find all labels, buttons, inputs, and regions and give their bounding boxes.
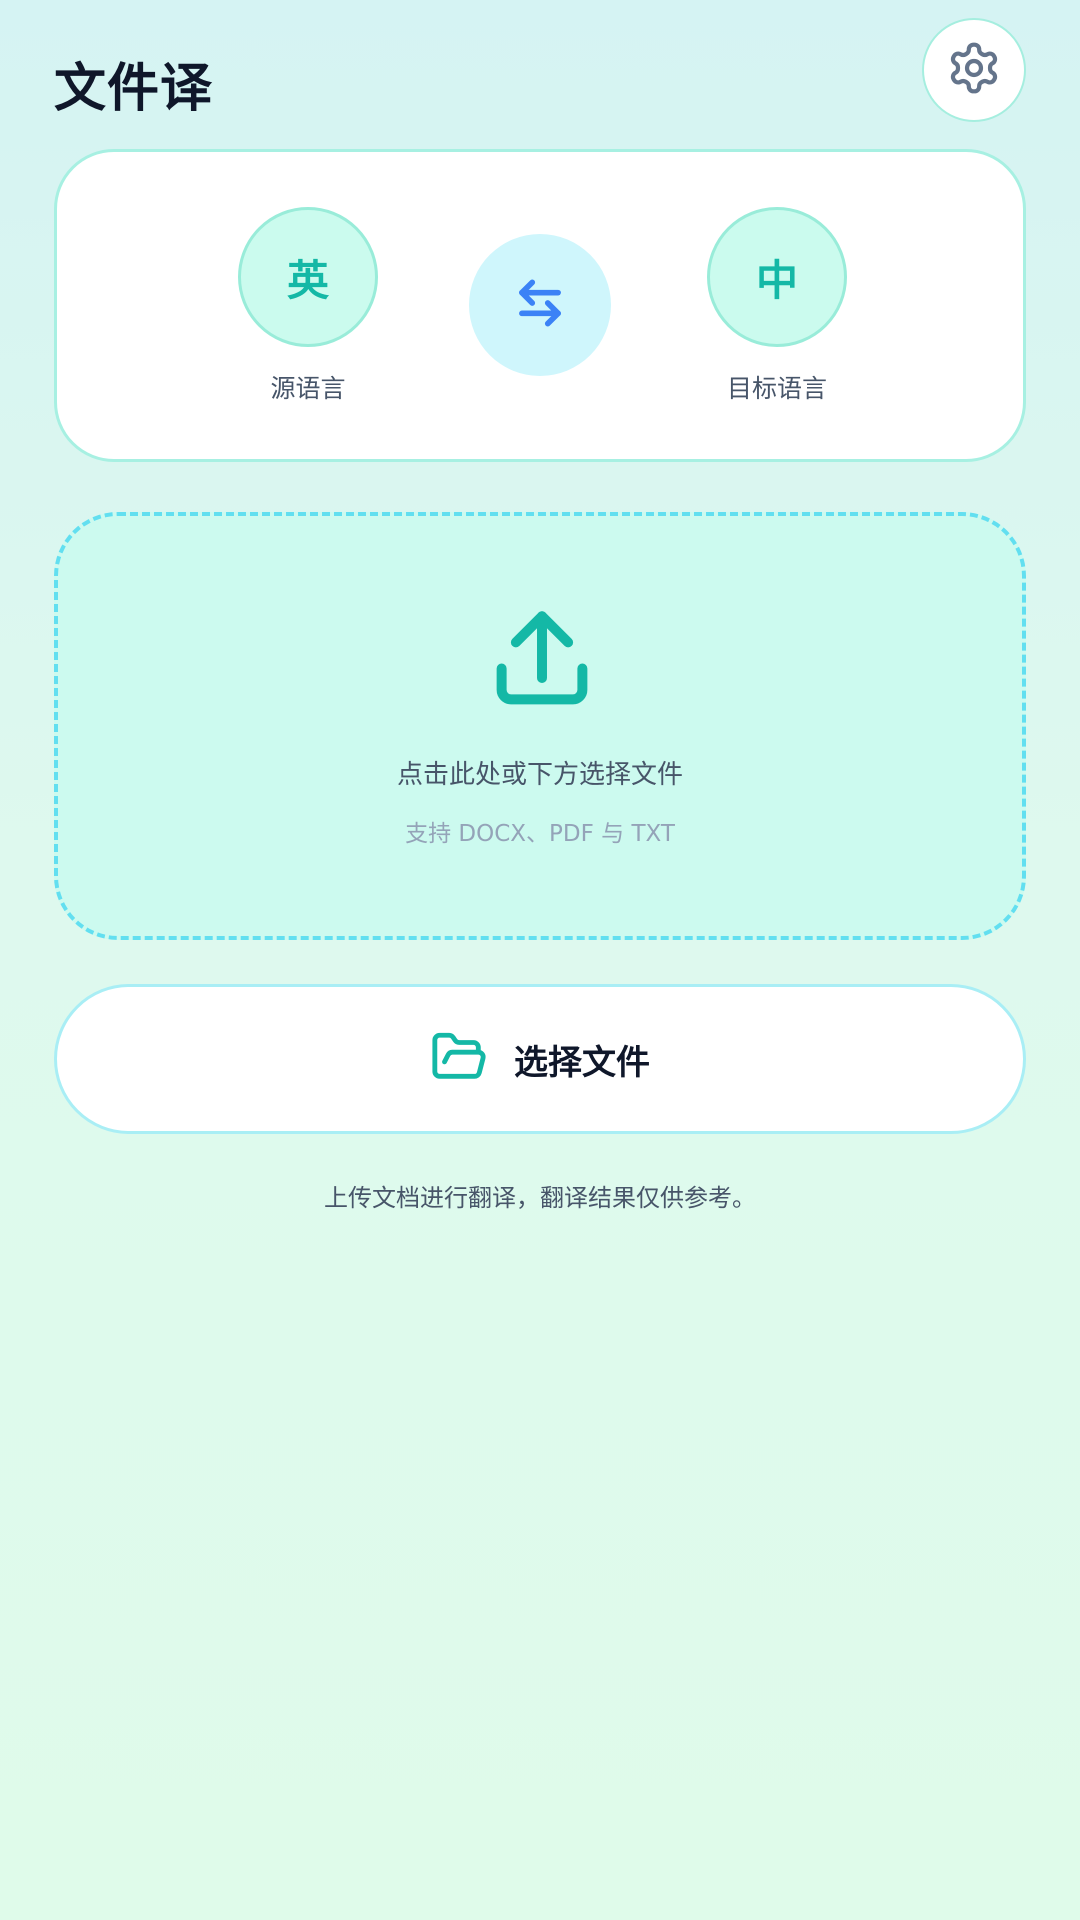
target-language-label: 目标语言 — [726, 374, 827, 403]
folder-open-icon — [430, 1028, 488, 1090]
swap-arrows-icon — [509, 272, 571, 338]
language-card: 英 源语言 中 目标语言 — [54, 149, 1026, 462]
settings-button[interactable] — [922, 18, 1026, 122]
footer-note: 上传文档进行翻译，翻译结果仅供参考。 — [324, 1184, 756, 1212]
upload-icon — [485, 602, 599, 720]
swap-languages-button[interactable] — [469, 234, 611, 376]
choose-file-label: 选择文件 — [514, 1042, 650, 1083]
source-language: 英 源语言 — [208, 207, 408, 405]
file-drop-zone[interactable]: 点击此处或下方选择文件 支持 DOCX、PDF 与 TXT — [54, 512, 1026, 940]
header: 文件译 — [54, 18, 1026, 126]
gear-icon — [946, 40, 1002, 100]
choose-file-button[interactable]: 选择文件 — [54, 984, 1026, 1134]
source-language-label: 源语言 — [270, 374, 346, 403]
target-language: 中 目标语言 — [677, 207, 877, 405]
app-title: 文件译 — [54, 59, 214, 119]
drop-zone-title: 点击此处或下方选择文件 — [396, 760, 683, 790]
drop-zone-subtitle: 支持 DOCX、PDF 与 TXT — [405, 821, 675, 847]
source-language-button[interactable]: 英 — [238, 207, 378, 347]
target-language-button[interactable]: 中 — [707, 207, 847, 347]
app-root: 文件译 英 源语言 中 目标语言 点击此处或下方选择文件 支持 DOCX、PDF… — [0, 0, 1080, 1920]
